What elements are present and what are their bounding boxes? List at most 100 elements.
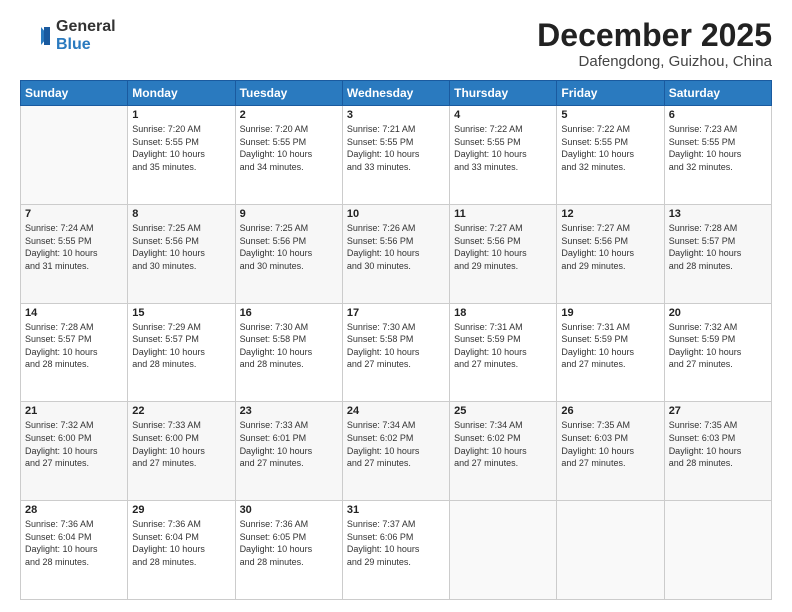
calendar-cell: 27 Sunrise: 7:35 AM Sunset: 6:03 PM Dayli… [664,402,771,501]
calendar-day-header: Saturday [664,81,771,106]
page: General Blue December 2025 Dafengdong, G… [0,0,792,612]
calendar-cell: 23 Sunrise: 7:33 AM Sunset: 6:01 PM Dayli… [235,402,342,501]
calendar-cell: 30 Sunrise: 7:36 AM Sunset: 6:05 PM Dayli… [235,501,342,600]
day-number: 22 [132,405,230,417]
calendar-cell: 20 Sunrise: 7:32 AM Sunset: 5:59 PM Dayli… [664,303,771,402]
day-info: Sunrise: 7:30 AM Sunset: 5:58 PM Dayligh… [240,321,338,371]
day-number: 5 [561,109,659,121]
day-number: 21 [25,405,123,417]
calendar-cell: 5 Sunrise: 7:22 AM Sunset: 5:55 PM Daylig… [557,106,664,205]
calendar-cell: 8 Sunrise: 7:25 AM Sunset: 5:56 PM Daylig… [128,204,235,303]
calendar-cell: 15 Sunrise: 7:29 AM Sunset: 5:57 PM Dayli… [128,303,235,402]
logo-general-text: General [56,18,116,36]
calendar-week-row: 1 Sunrise: 7:20 AM Sunset: 5:55 PM Daylig… [21,106,772,205]
day-number: 8 [132,208,230,220]
day-number: 24 [347,405,445,417]
day-info: Sunrise: 7:37 AM Sunset: 6:06 PM Dayligh… [347,518,445,568]
calendar-day-header: Sunday [21,81,128,106]
calendar-cell: 4Sunrise: 7:22 AM Sunset: 5:55 PM Daylig… [450,106,557,205]
logo: General Blue [20,18,116,53]
day-number: 9 [240,208,338,220]
calendar-cell [21,106,128,205]
day-number: 26 [561,405,659,417]
day-number: 2 [240,109,338,121]
logo-text: General Blue [56,18,116,53]
calendar-week-row: 14Sunrise: 7:28 AM Sunset: 5:57 PM Dayli… [21,303,772,402]
day-info: Sunrise: 7:26 AM Sunset: 5:56 PM Dayligh… [347,222,445,272]
calendar-day-header: Tuesday [235,81,342,106]
day-info: Sunrise: 7:22 AM Sunset: 5:55 PM Dayligh… [561,123,659,173]
calendar-cell: 31 Sunrise: 7:37 AM Sunset: 6:06 PM Dayli… [342,501,449,600]
day-number: 25 [454,405,552,417]
calendar-week-row: 21Sunrise: 7:32 AM Sunset: 6:00 PM Dayli… [21,402,772,501]
day-number: 30 [240,504,338,516]
day-number: 15 [132,307,230,319]
day-info: Sunrise: 7:27 AM Sunset: 5:56 PM Dayligh… [454,222,552,272]
day-number: 27 [669,405,767,417]
calendar-cell: 26Sunrise: 7:35 AM Sunset: 6:03 PM Dayli… [557,402,664,501]
calendar-cell: 12 Sunrise: 7:27 AM Sunset: 5:56 PM Dayli… [557,204,664,303]
calendar-week-row: 7 Sunrise: 7:24 AM Sunset: 5:55 PM Daylig… [21,204,772,303]
day-info: Sunrise: 7:21 AM Sunset: 5:55 PM Dayligh… [347,123,445,173]
calendar-cell: 3 Sunrise: 7:21 AM Sunset: 5:55 PM Daylig… [342,106,449,205]
day-info: Sunrise: 7:33 AM Sunset: 6:00 PM Dayligh… [132,419,230,469]
location: Dafengdong, Guizhou, China [537,53,772,70]
day-number: 23 [240,405,338,417]
day-info: Sunrise: 7:25 AM Sunset: 5:56 PM Dayligh… [240,222,338,272]
day-number: 3 [347,109,445,121]
day-info: Sunrise: 7:31 AM Sunset: 5:59 PM Dayligh… [454,321,552,371]
header: General Blue December 2025 Dafengdong, G… [20,18,772,70]
day-info: Sunrise: 7:34 AM Sunset: 6:02 PM Dayligh… [347,419,445,469]
calendar-header-row: SundayMondayTuesdayWednesdayThursdayFrid… [21,81,772,106]
day-info: Sunrise: 7:28 AM Sunset: 5:57 PM Dayligh… [669,222,767,272]
calendar-cell: 19 Sunrise: 7:31 AM Sunset: 5:59 PM Dayli… [557,303,664,402]
day-number: 1 [132,109,230,121]
day-number: 4 [454,109,552,121]
day-number: 7 [25,208,123,220]
day-info: Sunrise: 7:24 AM Sunset: 5:55 PM Dayligh… [25,222,123,272]
calendar-cell: 10Sunrise: 7:26 AM Sunset: 5:56 PM Dayli… [342,204,449,303]
day-number: 6 [669,109,767,121]
day-info: Sunrise: 7:27 AM Sunset: 5:56 PM Dayligh… [561,222,659,272]
calendar-cell: 13 Sunrise: 7:28 AM Sunset: 5:57 PM Dayli… [664,204,771,303]
day-info: Sunrise: 7:35 AM Sunset: 6:03 PM Dayligh… [669,419,767,469]
day-info: Sunrise: 7:20 AM Sunset: 5:55 PM Dayligh… [132,123,230,173]
day-info: Sunrise: 7:20 AM Sunset: 5:55 PM Dayligh… [240,123,338,173]
calendar-cell [450,501,557,600]
day-info: Sunrise: 7:34 AM Sunset: 6:02 PM Dayligh… [454,419,552,469]
day-info: Sunrise: 7:36 AM Sunset: 6:05 PM Dayligh… [240,518,338,568]
day-info: Sunrise: 7:33 AM Sunset: 6:01 PM Dayligh… [240,419,338,469]
day-number: 14 [25,307,123,319]
calendar-cell: 18Sunrise: 7:31 AM Sunset: 5:59 PM Dayli… [450,303,557,402]
day-info: Sunrise: 7:29 AM Sunset: 5:57 PM Dayligh… [132,321,230,371]
calendar-day-header: Monday [128,81,235,106]
day-number: 19 [561,307,659,319]
calendar-cell: 17Sunrise: 7:30 AM Sunset: 5:58 PM Dayli… [342,303,449,402]
calendar-day-header: Thursday [450,81,557,106]
day-number: 11 [454,208,552,220]
day-number: 20 [669,307,767,319]
calendar-cell: 14Sunrise: 7:28 AM Sunset: 5:57 PM Dayli… [21,303,128,402]
day-number: 12 [561,208,659,220]
calendar-cell: 9 Sunrise: 7:25 AM Sunset: 5:56 PM Daylig… [235,204,342,303]
calendar-cell: 6Sunrise: 7:23 AM Sunset: 5:55 PM Daylig… [664,106,771,205]
calendar-cell [557,501,664,600]
calendar-cell: 11 Sunrise: 7:27 AM Sunset: 5:56 PM Dayli… [450,204,557,303]
calendar-cell: 16 Sunrise: 7:30 AM Sunset: 5:58 PM Dayli… [235,303,342,402]
day-info: Sunrise: 7:31 AM Sunset: 5:59 PM Dayligh… [561,321,659,371]
day-number: 31 [347,504,445,516]
calendar-cell [664,501,771,600]
calendar-cell: 7 Sunrise: 7:24 AM Sunset: 5:55 PM Daylig… [21,204,128,303]
day-number: 16 [240,307,338,319]
day-number: 13 [669,208,767,220]
calendar-cell: 21Sunrise: 7:32 AM Sunset: 6:00 PM Dayli… [21,402,128,501]
day-info: Sunrise: 7:25 AM Sunset: 5:56 PM Dayligh… [132,222,230,272]
calendar-week-row: 28Sunrise: 7:36 AM Sunset: 6:04 PM Dayli… [21,501,772,600]
calendar-table: SundayMondayTuesdayWednesdayThursdayFrid… [20,80,772,600]
day-number: 17 [347,307,445,319]
calendar-cell: 29Sunrise: 7:36 AM Sunset: 6:04 PM Dayli… [128,501,235,600]
calendar-cell: 28Sunrise: 7:36 AM Sunset: 6:04 PM Dayli… [21,501,128,600]
day-info: Sunrise: 7:36 AM Sunset: 6:04 PM Dayligh… [132,518,230,568]
calendar-day-header: Wednesday [342,81,449,106]
day-info: Sunrise: 7:32 AM Sunset: 5:59 PM Dayligh… [669,321,767,371]
